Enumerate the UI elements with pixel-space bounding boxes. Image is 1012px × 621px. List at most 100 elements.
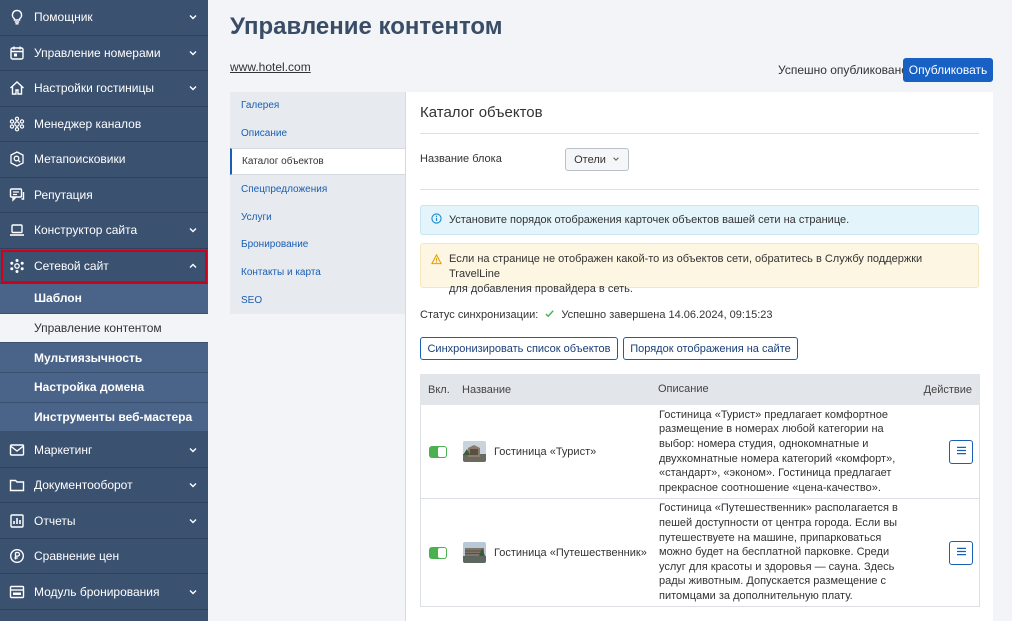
row-actions-button[interactable] (949, 439, 973, 464)
info-alert-text: Установите порядок отображения карточек … (449, 214, 850, 226)
chevron-down-icon (188, 516, 198, 526)
enabled-toggle[interactable] (429, 445, 447, 458)
sidebar-item-assistant[interactable]: Помощник (0, 0, 208, 36)
hotel-thumbnail (463, 542, 486, 563)
warning-icon (431, 253, 442, 270)
channels-icon (9, 116, 25, 132)
laptop-icon (9, 222, 25, 238)
content-menu-gallery[interactable]: Галерея (230, 92, 405, 120)
sidebar-item-hotel-settings[interactable]: Настройки гостиницы (0, 71, 208, 107)
warning-alert-line2: для добавления провайдера в сеть. (449, 283, 633, 295)
lightbulb-icon (9, 9, 25, 25)
sidebar-item-label: Маркетинг (34, 442, 93, 457)
sidebar-item-label: Конструктор сайта (34, 223, 138, 238)
sidebar: Помощник Управление номерами Настройки г… (0, 0, 208, 621)
sidebar-subitem-multilanguage[interactable]: Мультиязычность (0, 343, 208, 374)
sidebar-subitem-template[interactable]: Шаблон (0, 284, 208, 314)
col-action-header: Действие (923, 383, 972, 396)
sidebar-item-label: Документооборот (34, 478, 133, 493)
sidebar-item-rooms[interactable]: Управление номерами (0, 36, 208, 71)
sidebar-item-label: Помощник (34, 10, 93, 25)
calendar-icon (9, 45, 25, 61)
col-description-header: Описание (658, 383, 709, 396)
reports-icon (9, 513, 25, 529)
sidebar-item-label: Настройки гостиницы (34, 81, 154, 96)
publish-button[interactable]: Опубликовать (903, 58, 993, 82)
sidebar-item-marketing[interactable]: Маркетинг (0, 432, 208, 468)
block-name-select[interactable]: Отели (565, 148, 629, 171)
sidebar-item-documents[interactable]: Документооборот (0, 468, 208, 504)
warning-alert-text: Если на странице не отображен какой-то и… (449, 252, 968, 297)
sidebar-item-site-builder[interactable]: Конструктор сайта (0, 213, 208, 249)
warning-alert: Если на странице не отображен какой-то и… (420, 243, 979, 295)
search-circle-icon (9, 151, 25, 167)
sidebar-item-booking-module[interactable]: Модуль бронирования (0, 574, 208, 610)
chevron-down-icon (188, 587, 198, 597)
sync-status: Статус синхронизации: Успешно завершена … (420, 308, 773, 322)
network-icon (9, 258, 25, 274)
panel-title: Каталог объектов (420, 104, 543, 121)
home-icon (9, 80, 25, 96)
folder-icon (9, 477, 25, 493)
chevron-down-icon (188, 445, 198, 455)
table-row: Гостиница «Путешественник» Гостиница «Пу… (420, 499, 980, 607)
publish-status: Успешно опубликовано (778, 63, 908, 77)
sidebar-item-label: Сравнение цен (34, 549, 120, 564)
check-icon (544, 308, 555, 322)
content-menu: Галерея Описание Каталог объектов Спецпр… (230, 92, 405, 314)
hotel-thumbnail (463, 441, 486, 462)
info-icon (431, 213, 442, 227)
divider (420, 189, 979, 190)
content-menu-contacts-map[interactable]: Контакты и карта (230, 259, 405, 287)
chevron-down-icon (188, 12, 198, 22)
sync-status-value: Успешно завершена 14.06.2024, 09:15:23 (561, 309, 773, 321)
objects-table: Вкл. Название Описание Действие Гостиниц… (420, 374, 980, 607)
mail-icon (9, 442, 25, 458)
content-menu-catalog[interactable]: Каталог объектов (230, 147, 405, 176)
warning-alert-line1: Если на странице не отображен какой-то и… (449, 253, 923, 280)
sidebar-item-label: Модуль бронирования (34, 584, 160, 599)
sidebar-item-label: Метапоисковики (34, 152, 126, 167)
table-row: Гостиница «Турист» Гостиница «Турист» пр… (420, 405, 980, 499)
col-name-header: Название (462, 383, 512, 396)
sidebar-item-reputation[interactable]: Репутация (0, 178, 208, 213)
content-menu-booking[interactable]: Бронирование (230, 231, 405, 259)
sidebar-item-label: Репутация (34, 187, 93, 202)
content-menu-seo[interactable]: SEO (230, 287, 405, 315)
sidebar-item-metasearch[interactable]: Метапоисковики (0, 142, 208, 178)
hotel-description: Гостиница «Путешественник» располагается… (659, 502, 898, 602)
site-link[interactable]: www.hotel.com (230, 60, 311, 74)
enabled-toggle[interactable] (429, 546, 447, 559)
display-order-button[interactable]: Порядок отображения на сайте (623, 337, 798, 360)
sidebar-item-label: Управление номерами (34, 45, 161, 60)
sidebar-subitem-domain-settings[interactable]: Настройка домена (0, 373, 208, 403)
table-header: Вкл. Название Описание Действие (420, 374, 980, 405)
chevron-down-icon (188, 83, 198, 93)
hotel-name: Гостиница «Турист» (494, 445, 597, 458)
col-enabled-header: Вкл. (428, 383, 450, 396)
content-menu-special-offers[interactable]: Спецпредложения (230, 175, 405, 203)
sidebar-subitem-webmaster-tools[interactable]: Инструменты веб-мастера (0, 402, 208, 433)
sidebar-item-reports[interactable]: Отчеты (0, 503, 208, 539)
block-name-label: Название блока (420, 153, 502, 165)
content-menu-services[interactable]: Услуги (230, 203, 405, 231)
booking-icon (9, 584, 25, 600)
sync-status-label: Статус синхронизации: (420, 309, 539, 321)
sidebar-item-label: Менеджер каналов (34, 116, 142, 131)
chevron-down-icon (188, 48, 198, 58)
chevron-down-icon (188, 225, 198, 235)
row-actions-button[interactable] (949, 540, 973, 565)
sidebar-item-network-site[interactable]: Сетевой сайт (0, 249, 208, 284)
sidebar-item-channel-manager[interactable]: Менеджер каналов (0, 107, 208, 142)
sidebar-item-price-compare[interactable]: Сравнение цен (0, 539, 208, 575)
divider (420, 133, 979, 134)
sidebar-item-label: Сетевой сайт (34, 258, 109, 273)
hotel-description: Гостиница «Турист» предлагает комфортное… (659, 408, 896, 494)
sync-objects-button[interactable]: Синхронизировать список объектов (420, 337, 618, 360)
page-title: Управление контентом (230, 13, 503, 40)
content-menu-description[interactable]: Описание (230, 120, 405, 148)
catalog-panel: Каталог объектов Название блока Отели Ус… (405, 92, 993, 621)
chat-icon (9, 187, 25, 203)
sidebar-subitem-content-management[interactable]: Управление контентом (0, 313, 208, 344)
chevron-down-icon (612, 154, 620, 166)
